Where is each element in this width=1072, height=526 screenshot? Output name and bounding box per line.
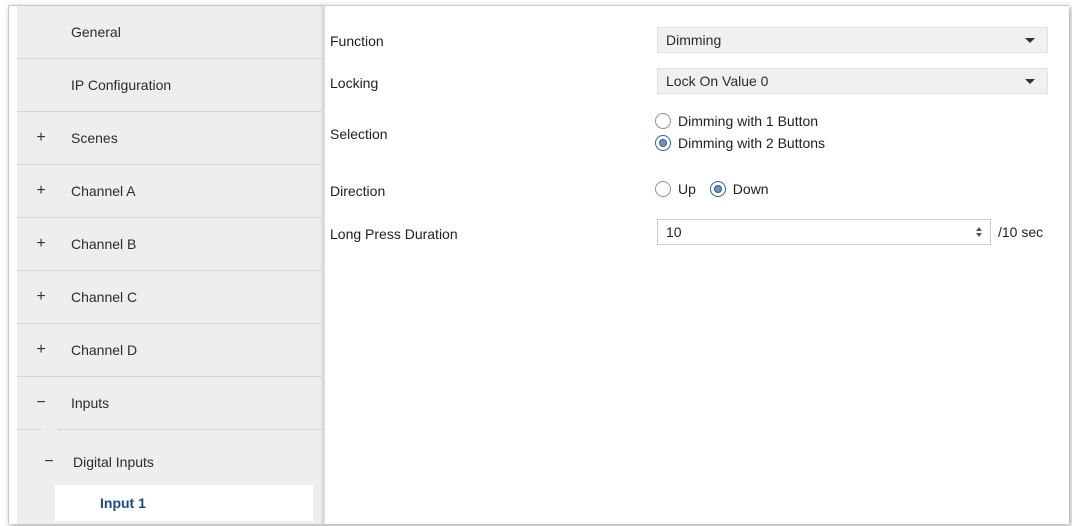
sidebar-item-channel-c[interactable]: + Channel C (17, 271, 321, 324)
sidebar-item-label: Scenes (71, 130, 118, 146)
direction-label: Direction (330, 183, 386, 199)
sidebar-item-channel-b[interactable]: + Channel B (17, 218, 321, 271)
long-press-spinbox[interactable]: 10 (657, 219, 991, 245)
expand-icon[interactable]: + (31, 235, 51, 253)
collapse-icon[interactable]: − (39, 453, 59, 471)
sidebar-item-digital-inputs[interactable]: − Digital Inputs (17, 436, 321, 488)
sidebar-item-input-1[interactable]: Input 1 (55, 485, 313, 521)
sidebar-item-label: Inputs (71, 395, 110, 411)
sidebar-item-label: Input 1 (100, 495, 146, 511)
locking-value: Lock On Value 0 (666, 73, 769, 89)
selection-pointer-icon (39, 428, 59, 436)
radio-label: Down (732, 181, 769, 197)
sidebar-item-label: Channel B (71, 236, 137, 252)
function-value: Dimming (666, 32, 722, 48)
long-press-value[interactable]: 10 (666, 224, 682, 240)
radio-down[interactable]: Down (709, 181, 769, 197)
parameter-panel: Function Dimming Locking Lock On Value 0… (325, 6, 1069, 524)
radio-unchecked-icon[interactable] (655, 113, 671, 129)
radio-checked-icon[interactable] (655, 135, 671, 151)
long-press-label: Long Press Duration (330, 226, 458, 242)
expand-icon[interactable]: + (31, 288, 51, 306)
chevron-down-icon (1025, 78, 1035, 84)
sidebar-item-label: Digital Inputs (73, 454, 154, 470)
direction-radio-group: Up Down (655, 181, 769, 200)
radio-up[interactable]: Up (655, 181, 696, 197)
sidebar-item-channel-a[interactable]: + Channel A (17, 165, 321, 218)
expand-icon[interactable]: + (31, 129, 51, 147)
sidebar: General IP Configuration + Scenes + Chan… (17, 6, 325, 524)
radio-dimming-2-buttons[interactable]: Dimming with 2 Buttons (655, 135, 825, 151)
radio-label: Dimming with 2 Buttons (678, 135, 826, 151)
selection-label: Selection (330, 126, 388, 142)
sidebar-item-channel-d[interactable]: + Channel D (17, 324, 321, 377)
sidebar-item-label: Channel D (71, 342, 138, 358)
expand-icon[interactable]: + (31, 182, 51, 200)
collapse-icon[interactable]: − (31, 394, 51, 412)
radio-label: Dimming with 1 Button (678, 113, 819, 129)
decrement-icon[interactable] (976, 233, 982, 237)
locking-label: Locking (330, 75, 379, 91)
function-dropdown[interactable]: Dimming (657, 27, 1048, 53)
expand-icon[interactable]: + (31, 341, 51, 359)
radio-checked-icon[interactable] (709, 181, 726, 197)
sidebar-item-label: Channel C (71, 289, 138, 305)
selection-radio-group: Dimming with 1 Button Dimming with 2 But… (655, 113, 825, 154)
long-press-unit: /10 sec (998, 224, 1044, 240)
sidebar-item-scenes[interactable]: + Scenes (17, 112, 321, 165)
radio-unchecked-icon[interactable] (655, 181, 671, 197)
spinner-arrows-icon[interactable] (976, 227, 982, 237)
window-frame: General IP Configuration + Scenes + Chan… (8, 5, 1069, 524)
function-label: Function (330, 33, 384, 49)
sidebar-item-label: General (71, 24, 121, 40)
increment-icon[interactable] (976, 227, 982, 231)
locking-dropdown[interactable]: Lock On Value 0 (657, 68, 1048, 94)
radio-label: Up (678, 181, 696, 197)
sidebar-item-general[interactable]: General (17, 6, 321, 59)
sidebar-item-label: Channel A (71, 183, 136, 199)
sidebar-item-ip-configuration[interactable]: IP Configuration (17, 59, 321, 112)
radio-dimming-1-button[interactable]: Dimming with 1 Button (655, 113, 818, 129)
sidebar-item-label: IP Configuration (71, 77, 172, 93)
chevron-down-icon (1025, 37, 1035, 43)
sidebar-item-inputs[interactable]: − Inputs (17, 377, 321, 430)
